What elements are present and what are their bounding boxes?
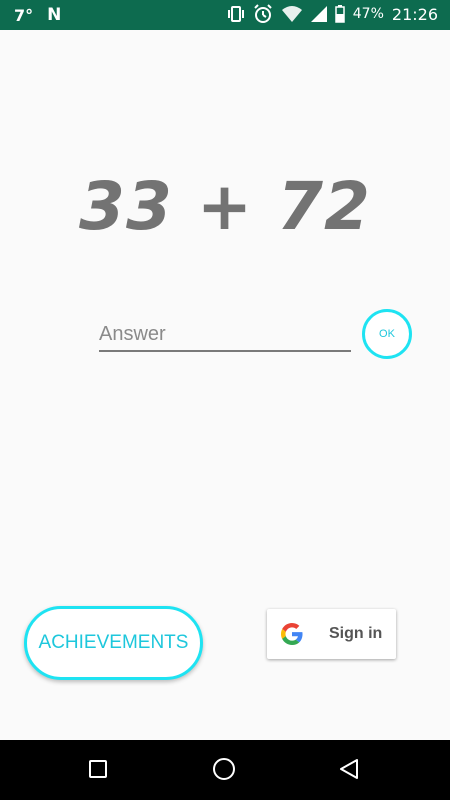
google-g-icon bbox=[281, 623, 303, 650]
status-time: 21:26 bbox=[391, 4, 438, 24]
achievements-button[interactable]: ACHIEVEMENTS bbox=[24, 606, 203, 680]
recents-icon[interactable] bbox=[89, 760, 107, 778]
ok-button-label: OK bbox=[379, 328, 395, 340]
status-right: 47% 21:26 bbox=[227, 4, 438, 24]
navigation-bar bbox=[0, 740, 450, 800]
alarm-icon bbox=[253, 4, 273, 24]
back-icon[interactable] bbox=[338, 758, 360, 785]
ok-button[interactable]: OK bbox=[362, 309, 412, 359]
math-question: 33 + 72 bbox=[79, 168, 371, 245]
status-bar: 7° N 47% 21:26 bbox=[0, 0, 450, 30]
signin-button-label: Sign in bbox=[329, 625, 383, 642]
home-icon[interactable] bbox=[213, 758, 235, 780]
google-signin-button[interactable]: Sign in bbox=[267, 609, 396, 659]
status-temperature: 7° bbox=[14, 5, 34, 25]
status-left: 7° N bbox=[14, 5, 61, 25]
notification-n-icon: N bbox=[47, 5, 62, 25]
vibrate-icon bbox=[227, 5, 245, 23]
achievements-button-label: ACHIEVEMENTS bbox=[38, 632, 189, 653]
signal-icon bbox=[310, 6, 327, 22]
wifi-icon bbox=[281, 5, 303, 23]
battery-icon bbox=[335, 5, 345, 23]
answer-input[interactable] bbox=[99, 318, 351, 352]
battery-percent: 47% bbox=[352, 6, 384, 22]
